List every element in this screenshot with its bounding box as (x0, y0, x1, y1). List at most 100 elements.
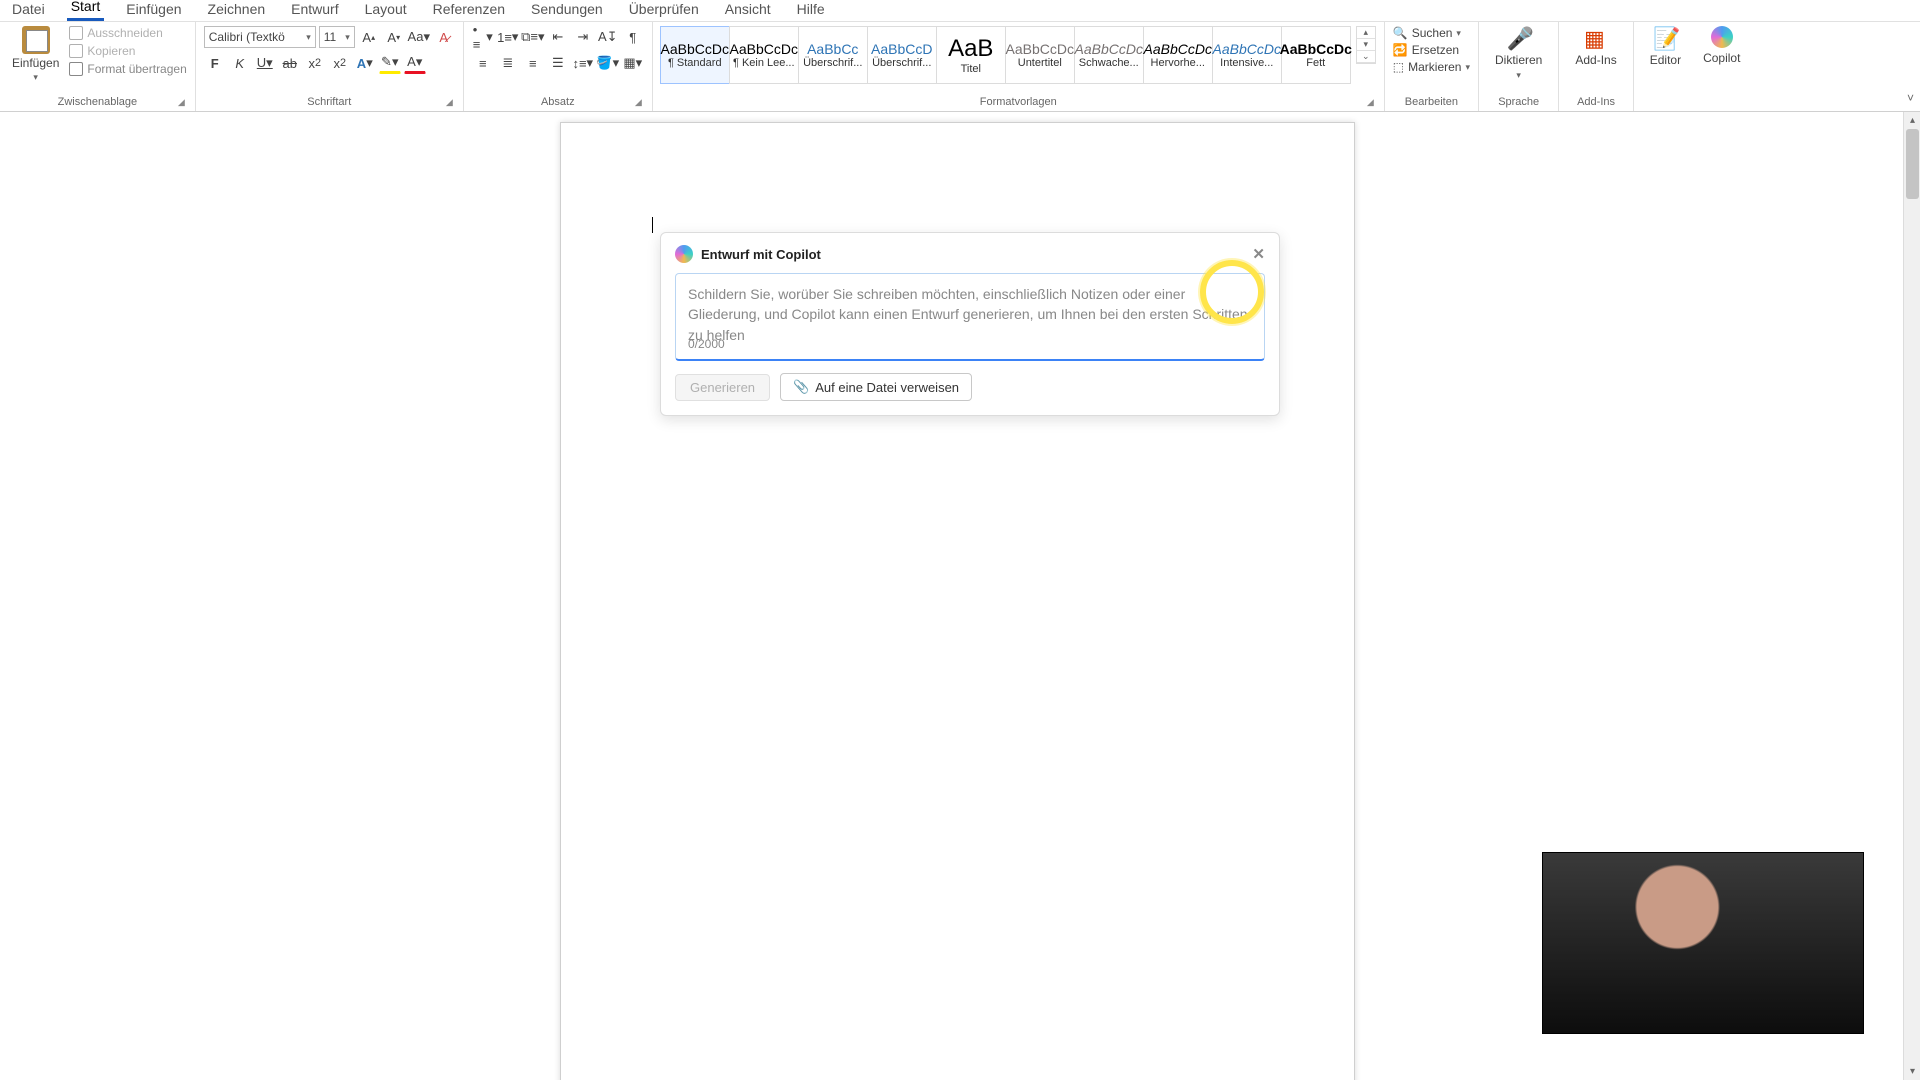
text-effects-button[interactable]: A▾ (354, 52, 376, 74)
numbering-button[interactable]: 1≡▾ (497, 26, 519, 48)
change-case-button[interactable]: Aa▾ (408, 26, 430, 48)
tab-einfügen[interactable]: Einfügen (122, 1, 185, 21)
reference-file-button[interactable]: 📎Auf eine Datei verweisen (780, 373, 972, 401)
styles-scroll-down[interactable]: ▾ (1357, 39, 1375, 51)
superscript-button[interactable]: x2 (329, 52, 351, 74)
increase-font-button[interactable]: A▴ (358, 26, 380, 48)
align-center-icon: ≣ (502, 55, 513, 71)
group-addins: ▦ Add-Ins Add-Ins (1559, 22, 1633, 111)
align-left-button[interactable]: ≡ (472, 52, 494, 74)
collapse-ribbon-button[interactable]: ˅ (1907, 91, 1914, 105)
tab-hilfe[interactable]: Hilfe (793, 1, 829, 21)
tab-start[interactable]: Start (67, 0, 105, 21)
addins-icon: ▦ (1584, 26, 1608, 50)
style-item-1[interactable]: AaBbCcDc¶ Kein Lee... (729, 26, 799, 84)
generate-label: Generieren (690, 380, 755, 395)
vertical-scrollbar[interactable]: ▴ ▾ (1903, 112, 1920, 1080)
dialog-launcher-icon[interactable]: ◢ (635, 97, 642, 108)
underline-button[interactable]: U▾ (254, 52, 276, 74)
chevron-down-icon: ▾ (1516, 70, 1521, 81)
font-color-button[interactable]: A▾ (404, 52, 426, 74)
ribbon: Einfügen ▾ Ausschneiden Kopieren Format … (0, 22, 1920, 112)
copilot-prompt-input[interactable]: Schildern Sie, worüber Sie schreiben möc… (675, 273, 1265, 361)
attachment-icon: 📎 (793, 379, 809, 395)
tab-sendungen[interactable]: Sendungen (527, 1, 607, 21)
font-size-combo[interactable]: 11 ▾ (319, 26, 355, 48)
scroll-thumb[interactable] (1906, 129, 1919, 199)
italic-button[interactable]: K (229, 52, 251, 74)
style-item-0[interactable]: AaBbCcDc¶ Standard (660, 26, 730, 84)
style-item-4[interactable]: AaBTitel (936, 26, 1006, 84)
select-label: Markieren (1408, 60, 1461, 74)
copilot-button[interactable]: Copilot (1695, 26, 1748, 65)
line-spacing-button[interactable]: ↕≡▾ (572, 52, 594, 74)
style-item-6[interactable]: AaBbCcDcSchwache... (1074, 26, 1144, 84)
style-item-7[interactable]: AaBbCcDcHervorhe... (1143, 26, 1213, 84)
text-cursor (652, 217, 653, 233)
shading-button[interactable]: 🪣▾ (597, 52, 619, 74)
group-label-clipboard: Zwischenablage (58, 96, 138, 108)
font-size-value: 11 (324, 30, 336, 44)
decrease-font-button[interactable]: A▾ (383, 26, 405, 48)
style-sample: AaBbCcDc (1280, 41, 1352, 57)
highlight-color-button[interactable]: ✎▾ (379, 52, 401, 74)
style-item-9[interactable]: AaBbCcDcFett (1281, 26, 1351, 84)
style-item-8[interactable]: AaBbCcDcIntensive... (1212, 26, 1282, 84)
group-voice: 🎤 Diktieren ▾ Sprache (1479, 22, 1559, 111)
style-item-3[interactable]: AaBbCcDÜberschrif... (867, 26, 937, 84)
copy-button[interactable]: Kopieren (69, 44, 186, 58)
styles-expand[interactable]: ⌄ (1357, 51, 1375, 63)
style-sample: AaBbCcDc (1075, 41, 1143, 57)
dialog-launcher-icon[interactable]: ◢ (1367, 97, 1374, 108)
increase-indent-button[interactable]: ⇥ (572, 26, 594, 48)
generate-button[interactable]: Generieren (675, 374, 770, 401)
close-icon[interactable]: ✕ (1252, 245, 1265, 263)
microphone-icon: 🎤 (1507, 26, 1531, 50)
styles-scroll: ▴ ▾ ⌄ (1356, 26, 1376, 64)
group-label-voice: Sprache (1498, 96, 1539, 108)
bold-button[interactable]: F (204, 52, 226, 74)
tab-ansicht[interactable]: Ansicht (721, 1, 775, 21)
scroll-up-button[interactable]: ▴ (1904, 112, 1920, 129)
style-item-5[interactable]: AaBbCcDcUntertitel (1005, 26, 1075, 84)
sort-button[interactable]: A↧ (597, 26, 619, 48)
editor-button[interactable]: 📝 Editor (1642, 26, 1689, 67)
align-right-button[interactable]: ≡ (522, 52, 544, 74)
decrease-indent-button[interactable]: ⇤ (547, 26, 569, 48)
align-center-button[interactable]: ≣ (497, 52, 519, 74)
style-item-2[interactable]: AaBbCcÜberschrif... (798, 26, 868, 84)
dictate-button[interactable]: 🎤 Diktieren ▾ (1487, 26, 1550, 81)
select-button[interactable]: ⬚Markieren▾ (1393, 60, 1470, 74)
multilevel-list-button[interactable]: ⧉≡▾ (522, 26, 544, 48)
highlighter-icon: ✎ (381, 54, 392, 70)
replace-button[interactable]: 🔁Ersetzen (1393, 43, 1470, 57)
addins-button[interactable]: ▦ Add-Ins (1567, 26, 1624, 67)
style-sample: AaBbCc (807, 41, 858, 57)
show-marks-button[interactable]: ¶ (622, 26, 644, 48)
bullets-button[interactable]: • ≡▾ (472, 26, 494, 48)
tab-datei[interactable]: Datei (8, 1, 49, 21)
dialog-launcher-icon[interactable]: ◢ (446, 97, 453, 108)
styles-scroll-up[interactable]: ▴ (1357, 27, 1375, 39)
tab-entwurf[interactable]: Entwurf (287, 1, 342, 21)
copilot-label: Copilot (1703, 51, 1740, 65)
borders-button[interactable]: ▦▾ (622, 52, 644, 74)
paste-icon (22, 26, 50, 54)
dialog-launcher-icon[interactable]: ◢ (178, 97, 185, 108)
clear-formatting-button[interactable]: A̷ (433, 26, 455, 48)
tab-referenzen[interactable]: Referenzen (429, 1, 509, 21)
strikethrough-button[interactable]: ab (279, 52, 301, 74)
cut-button[interactable]: Ausschneiden (69, 26, 186, 40)
scroll-down-button[interactable]: ▾ (1904, 1063, 1920, 1080)
justify-button[interactable]: ☰ (547, 52, 569, 74)
subscript-button[interactable]: x2 (304, 52, 326, 74)
format-painter-button[interactable]: Format übertragen (69, 62, 186, 76)
tab-zeichnen[interactable]: Zeichnen (204, 1, 270, 21)
font-name-combo[interactable]: Calibri (Textkö▾ (204, 26, 316, 48)
tab-überprüfen[interactable]: Überprüfen (625, 1, 703, 21)
find-button[interactable]: 🔍Suchen▾ (1393, 26, 1470, 40)
paste-button[interactable]: Einfügen ▾ (8, 26, 63, 83)
tab-layout[interactable]: Layout (361, 1, 411, 21)
chevron-down-icon: ▾ (345, 32, 350, 43)
style-sample: AaB (948, 35, 993, 63)
